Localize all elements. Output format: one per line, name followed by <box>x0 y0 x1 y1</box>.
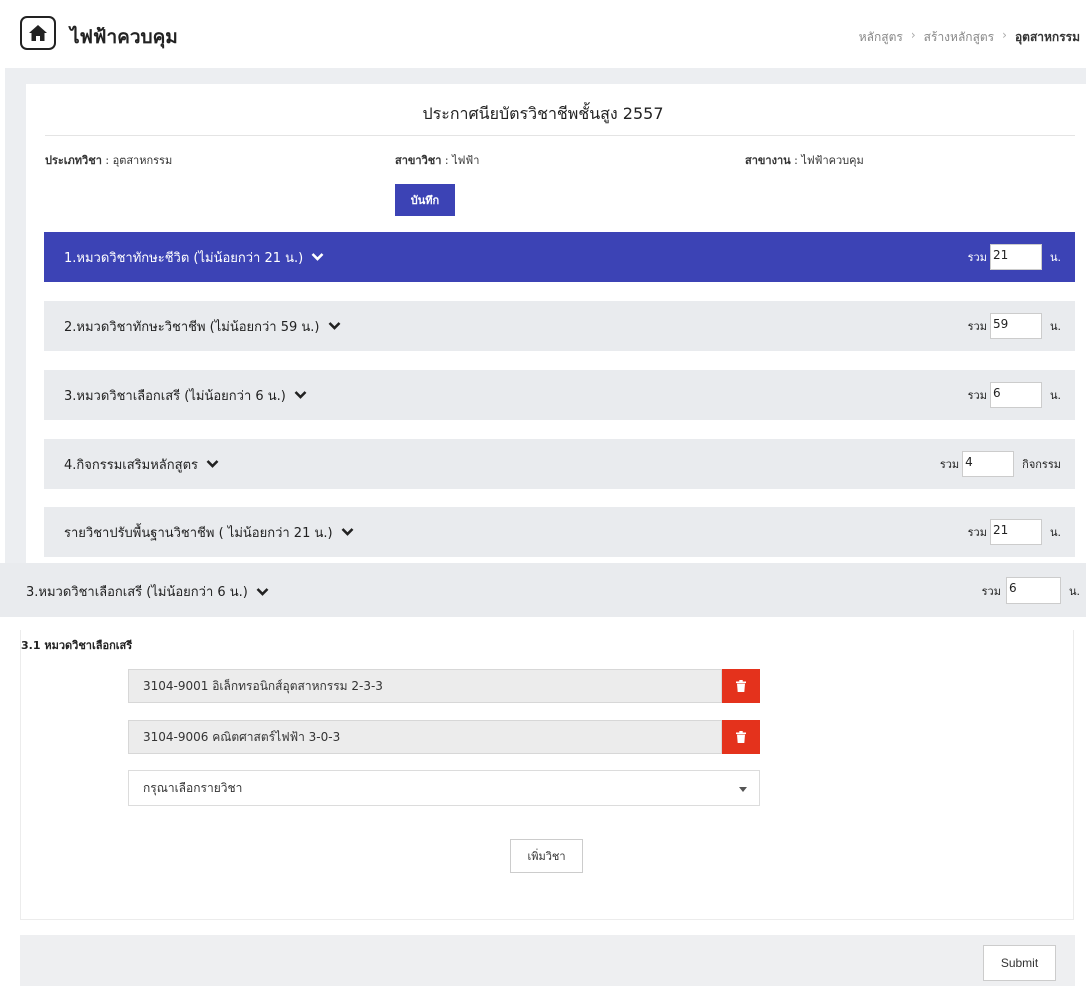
breadcrumb-item-courses[interactable]: หลักสูตร <box>859 28 903 47</box>
total-input[interactable]: 21 <box>989 244 1042 270</box>
total-input[interactable]: 4 <box>962 451 1015 477</box>
section-row-professional-skills[interactable]: 2.หมวดวิชาทักษะวิชาชีพ (ไม่น้อยกว่า 59 น… <box>44 301 1075 351</box>
trash-icon <box>736 680 746 692</box>
unit-label: น. <box>1049 526 1061 539</box>
section-total: รวม 6 น. <box>968 382 1075 408</box>
course-select[interactable]: กรุณาเลือกรายวิชา <box>128 770 760 806</box>
save-button[interactable]: บันทึก <box>395 184 455 216</box>
section-total: รวม 4 กิจกรรม <box>940 451 1075 477</box>
chevron-down-icon <box>294 391 307 399</box>
unit-label: กิจกรรม <box>1022 458 1061 471</box>
breadcrumb: หลักสูตร › สร้างหลักสูตร › อุตสาหกรรม <box>859 28 1080 47</box>
breadcrumb-separator-icon: › <box>910 28 916 42</box>
section-total: รวม 21 น. <box>968 244 1075 270</box>
unit-label: น. <box>1068 584 1080 598</box>
section-label: 2.หมวดวิชาทักษะวิชาชีพ (ไม่น้อยกว่า 59 น… <box>64 316 341 337</box>
total-input[interactable]: 59 <box>989 313 1042 339</box>
home-button[interactable] <box>20 16 56 50</box>
trash-icon <box>736 731 746 743</box>
unit-label: น. <box>1049 320 1061 333</box>
total-input[interactable]: 6 <box>1005 577 1061 604</box>
total-label: รวม <box>967 389 987 402</box>
caret-down-icon <box>739 787 747 792</box>
footer-bar <box>20 935 1075 986</box>
section-row-activities[interactable]: 4.กิจกรรมเสริมหลักสูตร รวม 4 กิจกรรม <box>44 439 1075 489</box>
meta-label: สาขาวิชา <box>395 154 442 167</box>
curriculum-title: ประกาศนียบัตรวิชาชีพชั้นสูง 2557 <box>422 104 664 123</box>
delete-course-button[interactable] <box>722 669 760 703</box>
delete-course-button[interactable] <box>722 720 760 754</box>
total-label: รวม <box>967 526 987 539</box>
unit-label: น. <box>1049 251 1061 264</box>
select-placeholder: กรุณาเลือกรายวิชา <box>143 780 243 795</box>
chevron-down-icon <box>341 528 353 536</box>
add-course-button[interactable]: เพิ่มวิชา <box>510 839 583 873</box>
meta-value: ไฟฟ้า <box>452 154 480 167</box>
home-icon <box>29 25 47 41</box>
section-total: รวม 21 น. <box>968 519 1075 545</box>
section-title: รายวิชาปรับพื้นฐานวิชาชีพ ( ไม่น้อยกว่า … <box>64 525 333 541</box>
chevron-down-icon <box>256 587 269 596</box>
section-title: 2.หมวดวิชาทักษะวิชาชีพ (ไม่น้อยกว่า 59 น… <box>64 319 320 335</box>
page-title: ไฟฟ้าควบคุม <box>70 26 178 48</box>
breadcrumb-item-create-course[interactable]: สร้างหลักสูตร <box>924 28 994 47</box>
section-title: 3.หมวดวิชาเลือกเสรี (ไม่น้อยกว่า 6 น.) <box>26 585 248 600</box>
section-title: 3.หมวดวิชาเลือกเสรี (ไม่น้อยกว่า 6 น.) <box>64 388 286 404</box>
section-label: รายวิชาปรับพื้นฐานวิชาชีพ ( ไม่น้อยกว่า … <box>64 522 354 543</box>
meta-subject: สาขาวิชา : ไฟฟ้า <box>395 154 480 167</box>
section-row-free-electives[interactable]: 3.หมวดวิชาเลือกเสรี (ไม่น้อยกว่า 6 น.) ร… <box>44 370 1075 420</box>
total-label: รวม <box>967 251 987 264</box>
breadcrumb-item-current: อุตสาหกรรม <box>1014 30 1080 44</box>
section-total: รวม 59 น. <box>968 313 1075 339</box>
top-header: ไฟฟ้าควบคุม หลักสูตร › สร้างหลักสูตร › อ… <box>0 0 1086 68</box>
section-row-life-skills[interactable]: 1.หมวดวิชาทักษะชีวิต (ไม่น้อยกว่า 21 น.)… <box>44 232 1075 282</box>
expanded-section-header[interactable]: 3.หมวดวิชาเลือกเสรี (ไม่น้อยกว่า 6 น.) ร… <box>0 563 1086 617</box>
total-label: รวม <box>939 458 960 471</box>
course-field[interactable]: 3104-9001 อิเล็กทรอนิกส์อุตสาหกรรม 2-3-3 <box>128 669 722 703</box>
meta-label: สาขางาน <box>745 154 791 167</box>
meta-label: ประเภทวิชา <box>45 154 102 167</box>
meta-field: สาขางาน : ไฟฟ้าควบคุม <box>745 154 864 167</box>
section-row-foundation[interactable]: รายวิชาปรับพื้นฐานวิชาชีพ ( ไม่น้อยกว่า … <box>44 507 1075 557</box>
chevron-down-icon <box>328 322 340 330</box>
course-field[interactable]: 3104-9006 คณิตศาสตร์ไฟฟ้า 3-0-3 <box>128 720 722 754</box>
section-label: 4.กิจกรรมเสริมหลักสูตร <box>64 454 219 475</box>
meta-value: อุตสาหกรรม <box>112 154 173 167</box>
total-label: รวม <box>967 320 987 333</box>
chevron-down-icon <box>206 460 219 468</box>
section-label: 1.หมวดวิชาทักษะชีวิต (ไม่น้อยกว่า 21 น.) <box>64 247 324 268</box>
unit-label: น. <box>1049 389 1061 402</box>
total-label: รวม <box>981 584 1001 598</box>
divider <box>45 135 1075 136</box>
chevron-down-icon <box>311 253 324 261</box>
meta-value: ไฟฟ้าควบคุม <box>801 154 864 167</box>
subsection-title: 3.1 หมวดวิชาเลือกเสรี <box>21 639 133 652</box>
submit-button[interactable]: Submit <box>983 945 1056 981</box>
meta-program-type: ประเภทวิชา : อุตสาหกรรม <box>45 154 173 167</box>
total-input[interactable]: 21 <box>989 519 1042 545</box>
section-title: 4.กิจกรรมเสริมหลักสูตร <box>64 457 198 473</box>
total-input[interactable]: 6 <box>989 382 1042 408</box>
section-label: 3.หมวดวิชาเลือกเสรี (ไม่น้อยกว่า 6 น.) <box>26 581 269 602</box>
section-total: รวม 6 น. <box>982 577 1080 604</box>
section-label: 3.หมวดวิชาเลือกเสรี (ไม่น้อยกว่า 6 น.) <box>64 385 307 406</box>
section-title: 1.หมวดวิชาทักษะชีวิต (ไม่น้อยกว่า 21 น.) <box>64 250 304 266</box>
breadcrumb-separator-icon: › <box>1002 28 1007 42</box>
